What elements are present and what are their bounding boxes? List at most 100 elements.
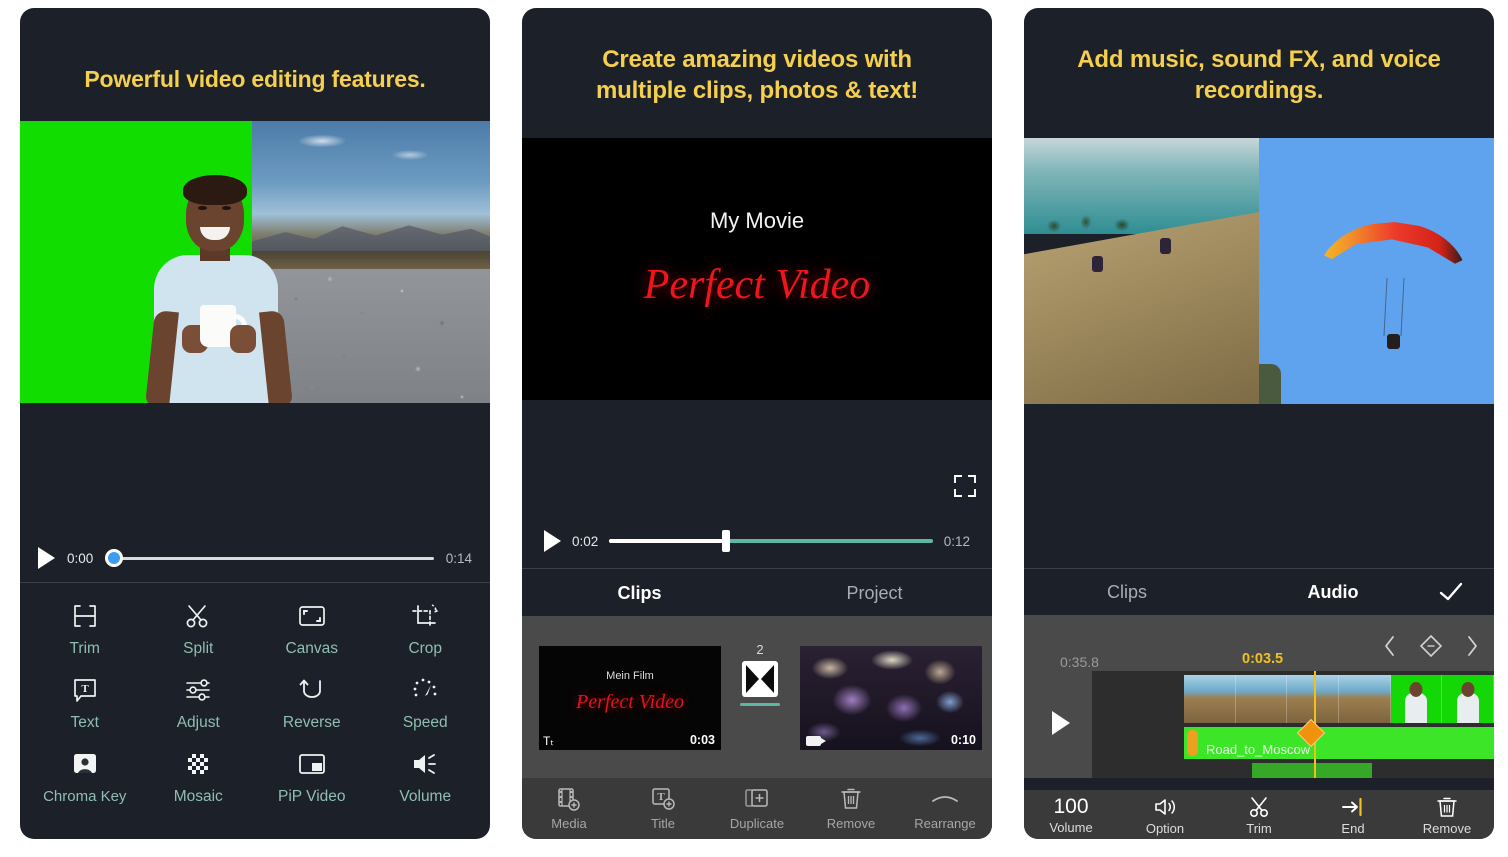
sliders-icon [181, 675, 215, 705]
timeline-tracks[interactable]: Road_to_Moscow Boing [1092, 671, 1494, 778]
tool-adjust[interactable]: Adjust [142, 675, 256, 732]
bottom-action-remove[interactable]: Remove [1400, 794, 1494, 836]
panel2-video-preview[interactable]: My Movie Perfect Video [522, 138, 992, 400]
paraglider-canopy [1317, 222, 1467, 264]
panel3-audio-timeline[interactable]: 0:35.8 0:03.5 Road_to_Moscow Boing [1024, 615, 1494, 778]
bottom-action-remove[interactable]: Remove [804, 786, 898, 831]
tab-clips[interactable]: Clips [522, 570, 757, 616]
seek-bar[interactable] [105, 549, 434, 567]
bottom-action-duplicate[interactable]: Duplicate [710, 786, 804, 831]
play-icon[interactable] [544, 530, 561, 552]
title-text-icon: Tₜ [543, 734, 554, 748]
panel1-headline: Powerful video editing features. [84, 66, 426, 92]
bottom-action-rearrange[interactable]: Rearrange [898, 786, 992, 831]
action-label: Remove [1422, 820, 1472, 836]
seek-bar[interactable] [609, 530, 933, 552]
panel1-video-preview[interactable] [20, 121, 490, 403]
audio-track-sound-fx[interactable]: Boing [1252, 763, 1372, 778]
transition-icon[interactable] [742, 661, 778, 697]
tab-audio[interactable]: Audio [1230, 582, 1436, 603]
bottom-action-title[interactable]: T Title [616, 786, 710, 831]
tab-clips[interactable]: Clips [1024, 582, 1230, 603]
headline-line-1: Create amazing videos with [602, 46, 912, 73]
divider [20, 582, 490, 583]
track-trim-handle[interactable] [1187, 730, 1198, 756]
bottom-action-end[interactable]: End [1306, 794, 1400, 836]
mosaic-icon [181, 749, 215, 779]
clip-title-text: Mein Film [606, 670, 654, 682]
keyframe-navigation [1382, 633, 1480, 659]
tool-mosaic[interactable]: Mosaic [142, 749, 256, 806]
audio-track-name: Road_to_Moscow [1206, 742, 1311, 757]
action-label: Rearrange [914, 816, 976, 831]
tool-reverse[interactable]: Reverse [255, 675, 369, 732]
current-time-label: 0:00 [67, 550, 94, 566]
seek-handle[interactable] [105, 549, 124, 567]
play-icon[interactable] [38, 547, 55, 569]
bottom-action-option[interactable]: Option [1118, 794, 1212, 836]
tool-label: Reverse [282, 714, 341, 731]
bottom-action-media[interactable]: Media [522, 786, 616, 831]
screenshot-panel-2: Create amazing videos with multiple clip… [522, 8, 992, 839]
reverse-arrow-icon [295, 675, 329, 705]
headline-line-2: multiple clips, photos & text! [595, 76, 919, 104]
bottom-action-trim[interactable]: Trim [1212, 794, 1306, 836]
video-track-filmstrip[interactable] [1184, 675, 1494, 723]
action-label: Duplicate [729, 816, 785, 831]
action-label: Title [650, 816, 676, 831]
panel3-video-preview[interactable] [1024, 138, 1494, 404]
checkmark-icon[interactable] [1436, 580, 1494, 604]
panel2-tab-bar: Clips Project [522, 570, 992, 616]
tool-volume[interactable]: Volume [369, 749, 483, 806]
panel3-headline: Add music, sound FX, and voice recording… [1024, 8, 1494, 106]
action-label: Remove [826, 816, 876, 831]
current-time-label: 0:02 [572, 533, 599, 549]
tree-line [1042, 212, 1162, 234]
filmstrip-frame [1184, 675, 1236, 723]
hair [183, 175, 247, 205]
clip-item[interactable]: Mein Film Perfect Video Tₜ 0:03 [539, 646, 721, 750]
title-add-icon: T [649, 786, 677, 812]
tool-label: Trim [69, 640, 100, 657]
tool-label: PiP Video [277, 788, 346, 805]
timeline-total-duration: 0:35.8 [1060, 654, 1099, 670]
tool-crop[interactable]: Crop [369, 601, 483, 658]
action-label: Media [551, 816, 587, 831]
panel2-clip-strip[interactable]: Mein Film Perfect Video Tₜ 0:03 2 0:10 [522, 616, 992, 778]
tool-pip-video[interactable]: PiP Video [255, 749, 369, 806]
keyframe-diamond-icon[interactable] [1418, 633, 1444, 659]
tool-chroma-key[interactable]: Chroma Key [28, 749, 142, 806]
chevron-left-icon[interactable] [1382, 634, 1398, 658]
playhead[interactable] [1296, 671, 1326, 778]
speaker-icon [1152, 794, 1178, 820]
total-time-label: 0:12 [943, 533, 970, 549]
tool-label: Canvas [285, 640, 339, 657]
tool-text[interactable]: T Text [28, 675, 142, 732]
audio-track-music[interactable]: Road_to_Moscow [1184, 727, 1494, 759]
chevron-right-icon[interactable] [1464, 634, 1480, 658]
panel2-player-controls: 0:02 0:12 [522, 521, 992, 561]
action-label: Option [1145, 820, 1185, 836]
play-icon[interactable] [1052, 711, 1070, 735]
panel2-bottom-toolbar: Media T Title Duplicate Remove Rearrange [522, 778, 992, 839]
bottom-action-volume[interactable]: 100 Volume [1024, 795, 1118, 835]
app-store-screenshot-gallery: Powerful video editing features. 0:00 0:… [0, 0, 1508, 857]
tool-speed[interactable]: Speed [369, 675, 483, 732]
screenshot-panel-3: Add music, sound FX, and voice recording… [1024, 8, 1494, 839]
clip-subtitle-text: Perfect Video [576, 691, 684, 713]
clouds [292, 129, 452, 169]
seek-handle[interactable] [722, 530, 731, 552]
fullscreen-icon[interactable] [952, 473, 978, 499]
tab-project[interactable]: Project [757, 570, 992, 616]
left-eye [198, 206, 207, 210]
tool-trim[interactable]: Trim [28, 601, 142, 658]
tool-split[interactable]: Split [142, 601, 256, 658]
transition-control[interactable]: 2 [734, 642, 786, 706]
crop-icon [408, 601, 442, 631]
right-eye [222, 206, 231, 210]
action-label: Trim [1246, 820, 1272, 836]
clip-item[interactable]: 0:10 [800, 646, 982, 750]
transition-number: 2 [756, 642, 764, 657]
portrait-icon [68, 749, 102, 779]
tool-canvas[interactable]: Canvas [255, 601, 369, 658]
